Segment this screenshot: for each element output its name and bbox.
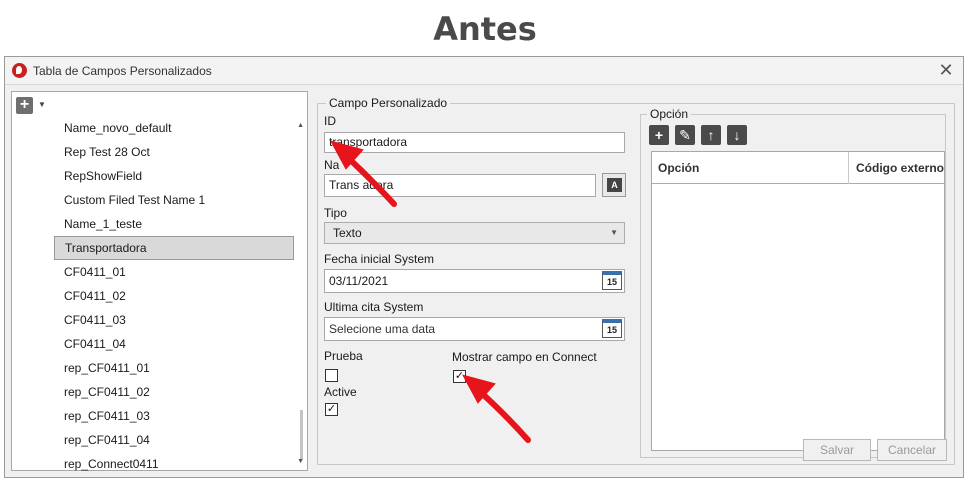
- calendar-icon[interactable]: 15: [602, 271, 622, 290]
- opcion-group-title: Opción: [647, 107, 692, 121]
- tipo-select[interactable]: Texto ▼: [324, 222, 625, 244]
- list-item[interactable]: CF0411_04: [54, 332, 294, 356]
- translate-button[interactable]: A: [602, 173, 626, 197]
- scrollbar-thumb[interactable]: [300, 410, 303, 460]
- mostrar-label: Mostrar campo en Connect: [452, 350, 597, 364]
- list-item[interactable]: RepShowField: [54, 164, 294, 188]
- chevron-down-icon: ▼: [610, 228, 618, 237]
- plus-icon: +: [16, 97, 33, 114]
- list-item[interactable]: Transportadora: [54, 236, 294, 260]
- list-item[interactable]: Name_1_teste: [54, 212, 294, 236]
- list-item[interactable]: Name_novo_default: [54, 116, 294, 140]
- prueba-checkbox[interactable]: [325, 369, 338, 382]
- list-item[interactable]: rep_CF0411_02: [54, 380, 294, 404]
- add-icon[interactable]: +: [649, 125, 669, 145]
- window-title: Tabla de Campos Personalizados: [33, 64, 212, 78]
- name-label: Na: [324, 158, 340, 172]
- list-item[interactable]: CF0411_01: [54, 260, 294, 284]
- list-item[interactable]: rep_Connect0411: [54, 452, 294, 476]
- fecha-input[interactable]: 03/11/2021: [324, 269, 625, 293]
- dialog-window: Tabla de Campos Personalizados ✕ + ▼ Nam…: [4, 56, 964, 478]
- fecha-label: Fecha inicial System: [324, 252, 435, 266]
- campo-group: Campo Personalizado ID transportadora Na…: [317, 96, 955, 465]
- scroll-up-icon[interactable]: ▲: [297, 122, 304, 129]
- grid-header: Opción Código externo: [652, 152, 944, 184]
- list-item[interactable]: Rep Test 28 Oct: [54, 140, 294, 164]
- list-item[interactable]: CF0411_03: [54, 308, 294, 332]
- chevron-down-icon: ▼: [38, 100, 46, 109]
- cancel-button[interactable]: Cancelar: [877, 439, 947, 461]
- column-codigo-externo[interactable]: Código externo: [850, 152, 944, 184]
- opcion-grid: Opción Código externo: [651, 151, 945, 451]
- close-icon[interactable]: ✕: [935, 60, 957, 82]
- column-opcion[interactable]: Opción: [652, 152, 699, 184]
- save-button[interactable]: Salvar: [803, 439, 871, 461]
- app-logo-icon: [12, 63, 27, 78]
- list-item[interactable]: CF0411_02: [54, 284, 294, 308]
- list-item[interactable]: rep_CF0411_03: [54, 404, 294, 428]
- scroll-down-icon[interactable]: ▼: [297, 458, 304, 465]
- add-dropdown-button[interactable]: + ▼: [16, 97, 56, 115]
- active-label: Active: [324, 385, 357, 399]
- active-checkbox[interactable]: ✓: [325, 403, 338, 416]
- column-separator: [848, 152, 849, 184]
- field-list-panel: + ▼ Name_novo_default Rep Test 28 Oct RepS…: [11, 91, 308, 471]
- list-item[interactable]: Custom Filed Test Name 1: [54, 188, 294, 212]
- arrow-up-icon[interactable]: ↑: [701, 125, 721, 145]
- mostrar-checkbox[interactable]: ✓: [453, 370, 466, 383]
- field-list: Name_novo_default Rep Test 28 Oct RepShowF…: [54, 116, 294, 476]
- list-item[interactable]: rep_CF0411_04: [54, 428, 294, 452]
- ultima-input[interactable]: Selecione uma data: [324, 317, 625, 341]
- tipo-select-value: Texto: [333, 226, 362, 240]
- title-bar: Tabla de Campos Personalizados ✕: [5, 57, 963, 85]
- id-input[interactable]: transportadora: [324, 132, 625, 153]
- page-heading: Antes: [433, 10, 537, 48]
- tipo-label: Tipo: [324, 206, 347, 220]
- opcion-group: Opción + ✎ ↑ ↓ Opción Código externo: [640, 107, 946, 458]
- edit-icon[interactable]: ✎: [675, 125, 695, 145]
- ultima-label: Ultima cita System: [324, 300, 424, 314]
- calendar-icon[interactable]: 15: [602, 319, 622, 338]
- translate-icon: A: [607, 178, 622, 192]
- campo-group-title: Campo Personalizado: [326, 96, 451, 110]
- id-label: ID: [324, 114, 336, 128]
- name-input[interactable]: Trans adora: [324, 174, 596, 197]
- arrow-down-icon[interactable]: ↓: [727, 125, 747, 145]
- prueba-label: Prueba: [324, 349, 363, 363]
- list-item[interactable]: rep_CF0411_01: [54, 356, 294, 380]
